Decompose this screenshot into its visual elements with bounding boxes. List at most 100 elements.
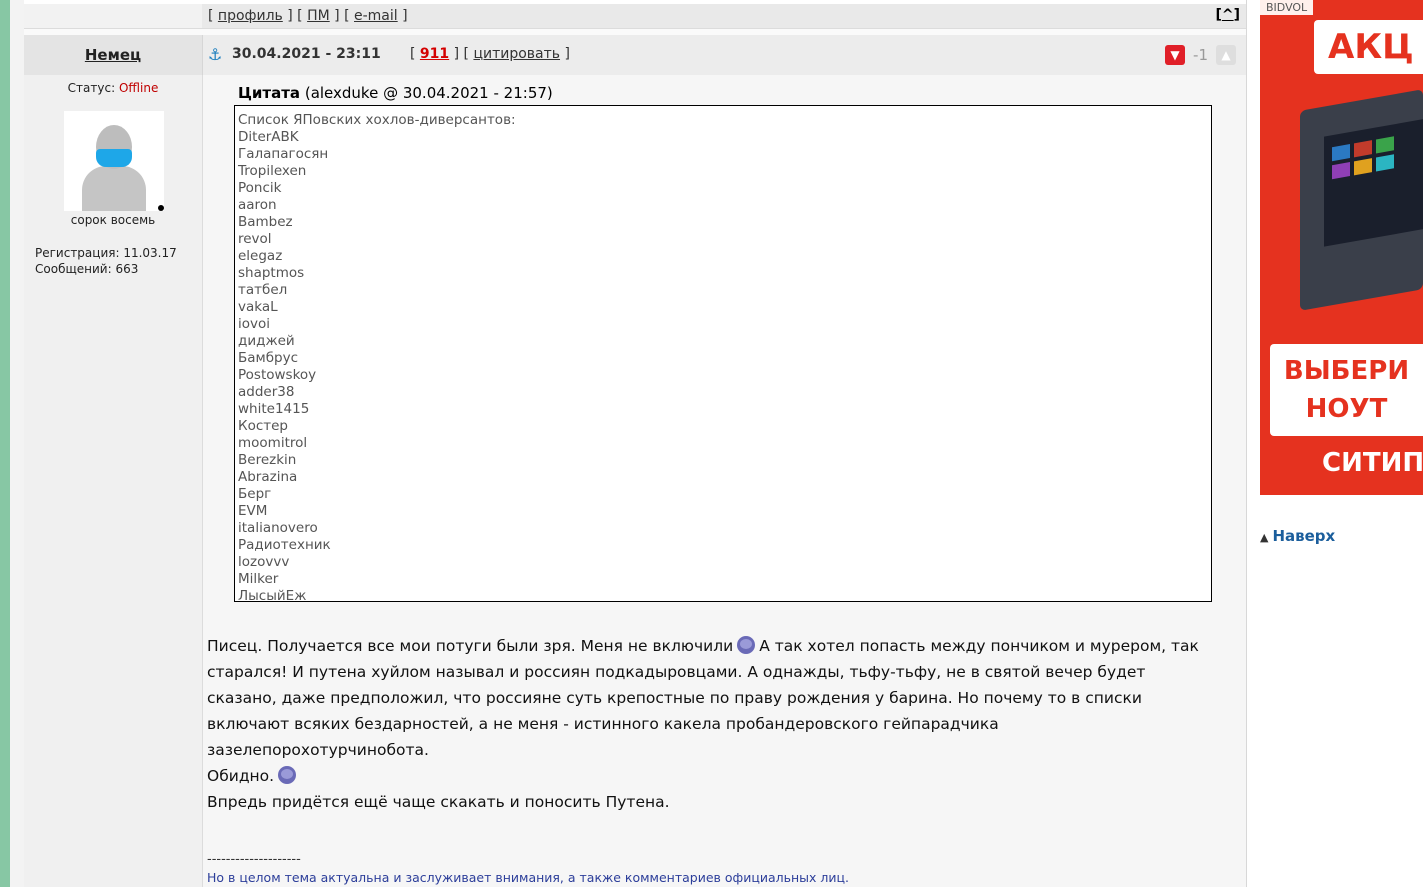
quote-line: revol xyxy=(238,231,272,247)
quote-line: Bambez xyxy=(238,214,293,230)
quote-line: Milker xyxy=(238,571,279,587)
screen-tile xyxy=(1376,136,1394,154)
laptop-image xyxy=(1300,89,1423,311)
quote-line: Костер xyxy=(238,418,289,434)
ad-subheadline: ВЫБЕРИ НОУТ xyxy=(1270,344,1423,436)
registration-date: Регистрация: 11.03.17 xyxy=(35,246,177,260)
post-text-part: А так хотел попасть между пончиком и мур… xyxy=(207,637,1199,759)
quote-line: iovoi xyxy=(238,316,271,332)
quote-line: elegaz xyxy=(238,248,283,264)
avatar[interactable] xyxy=(64,111,164,211)
back-to-top-link[interactable]: ▲ Наверх xyxy=(1260,527,1335,545)
quote-block: Список ЯПовских хохлов-диверсантов: Diter… xyxy=(234,105,1212,605)
screen-tile xyxy=(1332,144,1350,162)
quote-line: Список ЯПовских хохлов-диверсантов: xyxy=(238,112,516,128)
author-profile: Статус: Offline сорок восемь Регистрация… xyxy=(24,75,203,887)
quote-line: Berezkin xyxy=(238,452,297,468)
ad-subheadline-line: НОУТ xyxy=(1305,394,1388,424)
thumbs-down-icon[interactable]: ▼ xyxy=(1165,45,1186,65)
author-name-link[interactable]: Немец xyxy=(24,46,202,64)
quote-line: ЛысыйЕж xyxy=(238,588,307,604)
quote-line: татбел xyxy=(238,282,288,298)
quote-line: Abrazina xyxy=(238,469,298,485)
avatar-body xyxy=(82,166,146,211)
quote-line: Радиотехник xyxy=(238,537,331,553)
avatar-dot xyxy=(158,205,164,211)
previous-post-links: [ профиль ] [ ПМ ] [ e-mail ] xyxy=(208,8,408,24)
bracket: [ xyxy=(292,8,308,24)
post-date: 30.04.2021 - 23:11 xyxy=(232,46,381,62)
bracket: ] xyxy=(397,8,408,24)
quote-line: диджей xyxy=(238,333,295,349)
author-stats: Регистрация: 11.03.17 Сообщений: 663 xyxy=(35,245,177,277)
message-count: Сообщений: 663 xyxy=(35,262,139,276)
quote-line: moomitrol xyxy=(238,435,308,451)
laptop-screen xyxy=(1324,119,1423,247)
previous-post-footer-left xyxy=(24,4,202,28)
quote-source: (alexduke @ 30.04.2021 - 21:57) xyxy=(304,84,553,102)
bracket: [ xyxy=(208,8,218,24)
quote-line: DiterABK xyxy=(238,129,299,145)
thumbs-up-icon[interactable]: ▲ xyxy=(1216,45,1236,65)
quote-title: Цитата xyxy=(238,84,301,102)
quote-line: italianovero xyxy=(238,520,318,536)
profile-link[interactable]: профиль xyxy=(218,8,283,24)
screen-tile xyxy=(1354,158,1372,176)
left-decor-stripe xyxy=(0,0,10,887)
ad-subheadline-line: ВЫБЕРИ xyxy=(1283,356,1410,386)
bracket: ] xyxy=(329,8,340,24)
ad-tag: BIDVOL xyxy=(1260,0,1314,15)
quote-line: vakaL xyxy=(238,299,278,315)
post-rating: ▼ -1 ▲ xyxy=(1165,44,1236,66)
quote-line: Берг xyxy=(238,486,272,502)
scroll-top-link[interactable]: ^ xyxy=(1222,7,1234,23)
signature: Но в целом тема актуальна и заслуживает … xyxy=(207,870,849,885)
post-content: Цитата (alexduke @ 30.04.2021 - 21:57) С… xyxy=(207,75,1237,887)
post-paragraph: Писец. Получается все мои потуги были зр… xyxy=(207,633,1217,763)
previous-post-footer: [ профиль ] [ ПМ ] [ e-mail ] [^] xyxy=(24,4,1246,29)
quote-line: Бамбрус xyxy=(238,350,299,366)
quote-line: EVM xyxy=(238,503,268,519)
author-nickname: сорок восемь xyxy=(70,213,156,227)
anchor-icon[interactable]: ⚓ xyxy=(208,45,222,64)
post-body: Статус: Offline сорок восемь Регистрация… xyxy=(24,75,1246,887)
avatar-mask xyxy=(96,149,132,167)
ad-headline: АКЦ xyxy=(1314,20,1423,74)
quote-line: aaron xyxy=(238,197,277,213)
quote-button[interactable]: цитировать xyxy=(473,46,560,62)
quote-line: adder38 xyxy=(238,384,295,400)
signature-divider: -------------------- xyxy=(207,852,301,867)
post-paragraph: Впредь придётся ещё чаще скакать и понос… xyxy=(207,793,670,811)
status-value: Offline xyxy=(118,81,159,95)
post-text-part: Обидно. xyxy=(207,767,275,785)
bracket: ] xyxy=(282,8,293,24)
author-status: Статус: Offline xyxy=(24,81,202,95)
rating-score: -1 xyxy=(1193,46,1208,64)
quote-line: Tropilexen xyxy=(238,163,307,179)
quote-line: Postowskoy xyxy=(238,367,317,383)
email-link[interactable]: e-mail xyxy=(354,8,398,24)
quote-line: shaptmos xyxy=(238,265,305,281)
screen-tile xyxy=(1332,162,1350,180)
forum-post-frame: [ профиль ] [ ПМ ] [ e-mail ] [^] Немец … xyxy=(24,0,1247,887)
sad-smiley-icon xyxy=(278,766,297,784)
post-text: Писец. Получается все мои потуги были зр… xyxy=(207,633,1217,815)
post-number-link[interactable]: 911 xyxy=(420,46,449,62)
post-paragraph: Обидно. xyxy=(207,763,1217,789)
quote-line: white1415 xyxy=(238,401,310,417)
status-label: Статус: xyxy=(67,81,116,95)
back-to-top-label: Наверх xyxy=(1272,527,1336,545)
quote-header: Цитата (alexduke @ 30.04.2021 - 21:57) xyxy=(238,84,553,102)
quote-lines: Список ЯПовских хохлов-диверсантов: Diter… xyxy=(238,112,1208,605)
ad-brand: СИТИП xyxy=(1322,448,1423,478)
post-text-part: Писец. Получается все мои потуги были зр… xyxy=(207,637,734,655)
scroll-top-button[interactable]: [^] xyxy=(1215,7,1240,23)
advertisement-banner[interactable]: BIDVOL АКЦ ВЫБЕРИ НОУТ СИТИП xyxy=(1260,0,1423,495)
screen-tile xyxy=(1354,140,1372,158)
quote-line: Poncik xyxy=(238,180,282,196)
quote-line: Галапагосян xyxy=(238,146,329,162)
left-gutter xyxy=(10,0,24,887)
pm-link[interactable]: ПМ xyxy=(307,8,330,24)
arrow-up-icon: ▲ xyxy=(1260,531,1269,544)
screen-tile xyxy=(1376,154,1394,172)
